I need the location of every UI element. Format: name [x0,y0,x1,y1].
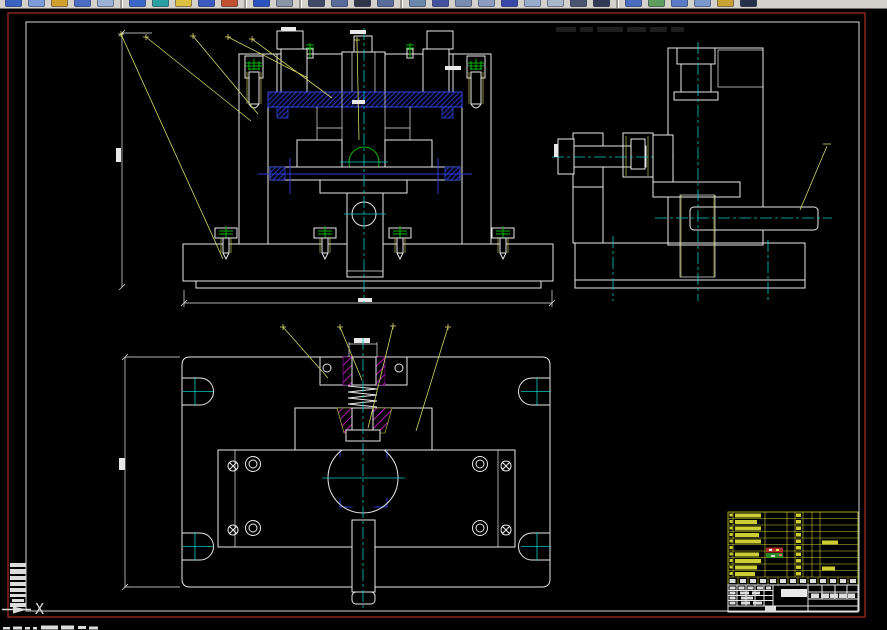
toolbar-icon-24[interactable] [570,0,587,7]
ucs-x-axis-label: X [35,600,44,618]
plan-view [119,322,551,610]
toolbar-icon-14[interactable] [331,0,348,7]
toolbar-icon-25[interactable] [593,0,610,7]
toolbar-icon-20[interactable] [478,0,495,7]
toolbar-icon-10[interactable] [221,0,238,7]
bom-header-glyphs [729,579,856,583]
toolbar-icon-22[interactable] [524,0,541,7]
toolbar-icon-18[interactable] [432,0,449,7]
toolbar-icon-17[interactable] [409,0,426,7]
toolbar-icon-30[interactable] [717,0,734,7]
side-section-view [552,27,832,301]
bom-table [727,511,859,586]
toolbar-icon-2[interactable] [28,0,45,7]
toolbar-separator [299,0,302,8]
toolbar-icon-3[interactable] [51,0,68,7]
toolbar-icon-27[interactable] [648,0,665,7]
toolbar-separator [400,0,403,8]
faint-text-row [556,27,684,32]
title-block [727,584,859,613]
toolbar-icon-4[interactable] [74,0,91,7]
toolbar-separator [244,0,247,8]
toolbar-icon-23[interactable] [547,0,564,7]
drawing-canvas[interactable]: X [0,8,887,630]
toolbar-icon-26[interactable] [625,0,642,7]
toolbar-icon-13[interactable] [308,0,325,7]
toolbar-icon-31[interactable] [740,0,757,7]
toolbar-icon-6[interactable] [129,0,146,7]
toolbar-icon-5[interactable] [97,0,114,7]
toolbar-icon-21[interactable] [501,0,518,7]
toolbar-separator [120,0,123,8]
toolbar-separator [616,0,619,8]
cad-application-window: X [0,0,887,630]
toolbar-icon-9[interactable] [198,0,215,7]
toolbar-icon-12[interactable] [276,0,293,7]
command-line-sliver[interactable] [3,625,98,630]
binding-strip-table [10,563,26,607]
toolbar-icon-11[interactable] [253,0,270,7]
toolbar-icon-1[interactable] [5,0,22,7]
toolbar-icon-28[interactable] [671,0,688,7]
toolbar-icon-16[interactable] [377,0,394,7]
toolbar-icon-15[interactable] [354,0,371,7]
toolbar-icon-strip [0,0,887,8]
toolbar-icon-29[interactable] [694,0,711,7]
front-section-view [116,27,556,307]
stamp-blob [766,547,783,558]
dimension-text-blob [116,148,121,162]
toolbar-icon-8[interactable] [175,0,192,7]
toolbar-icon-7[interactable] [152,0,169,7]
toolbar-icon-19[interactable] [455,0,472,7]
